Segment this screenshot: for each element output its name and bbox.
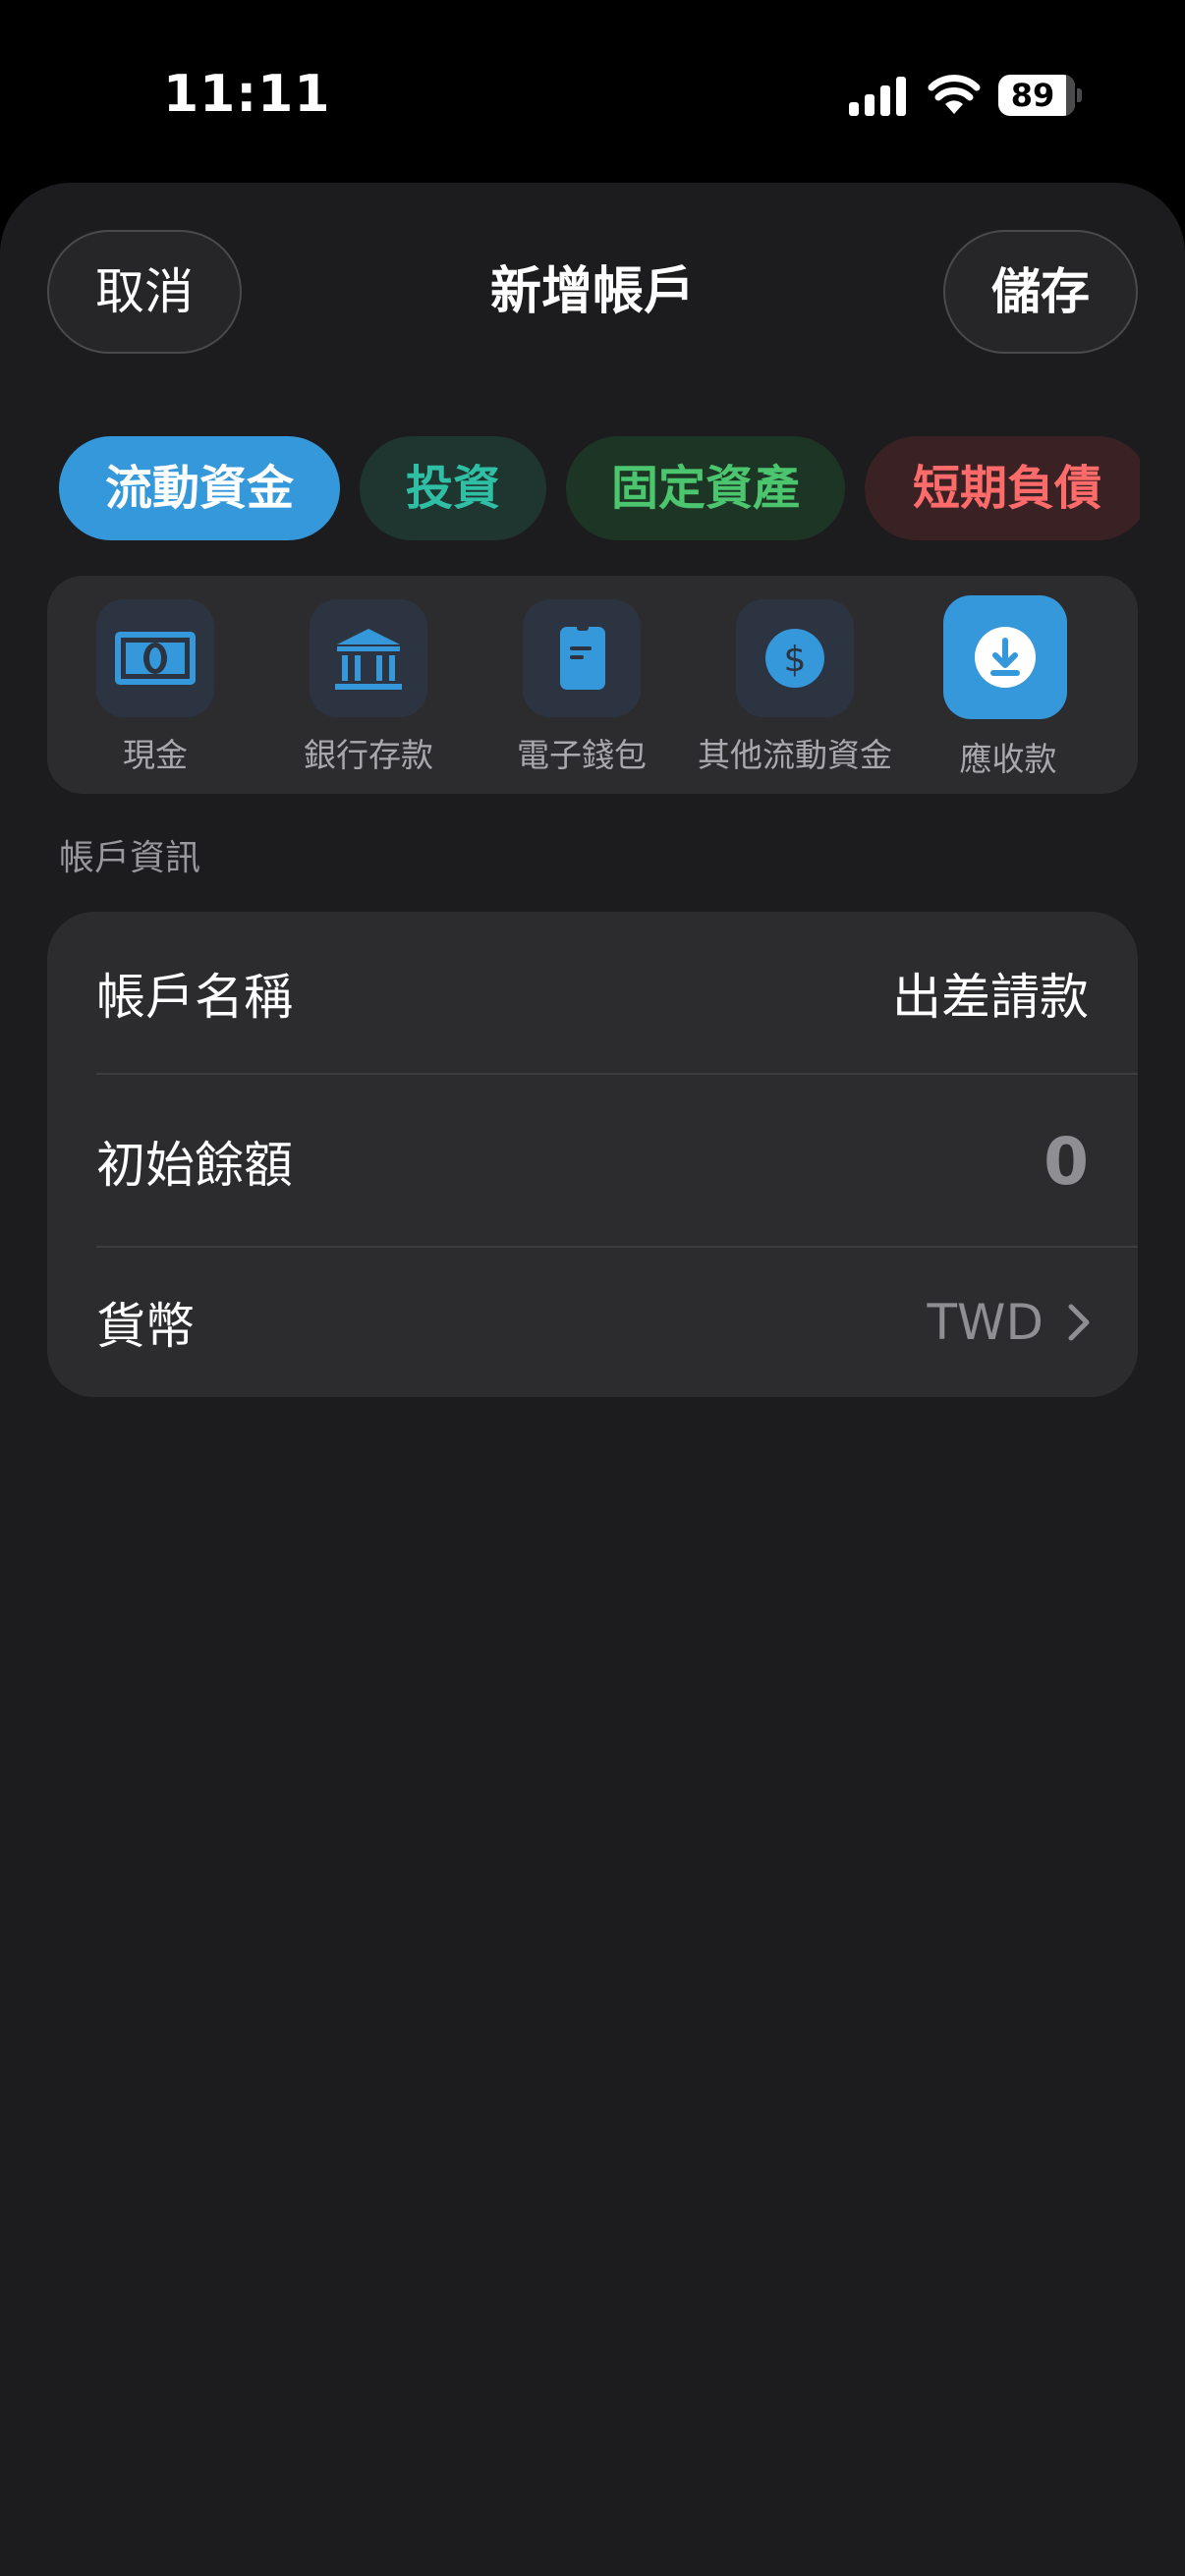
initial-balance-label: 初始餘額 (96, 1137, 293, 1194)
currency-row[interactable]: 貨幣 TWD (47, 1248, 1138, 1397)
bank-icon (310, 599, 427, 717)
subtype-label: 應收款 (959, 740, 1057, 778)
subtype-e-wallet[interactable]: 電子錢包 (474, 576, 690, 794)
currency-label: 貨幣 (96, 1298, 195, 1355)
initial-balance-input[interactable]: 0 (1044, 1075, 1089, 1248)
subtype-other-liquid-funds[interactable]: $ 其他流動資金 (687, 576, 903, 794)
wifi-icon (928, 75, 981, 114)
account-subtype-selector: 現金 銀行存款 電子錢包 $ 其他流動資金 應收款 (47, 576, 1138, 794)
status-time: 11:11 (163, 65, 331, 124)
currency-value[interactable]: TWD (928, 1248, 1044, 1397)
section-header-account-info: 帳戶資訊 (59, 838, 201, 878)
tab-investment[interactable]: 投資 (360, 436, 546, 540)
tab-liquid-funds[interactable]: 流動資金 (59, 436, 340, 540)
initial-balance-row[interactable]: 初始餘額 0 (47, 1075, 1138, 1248)
tab-fixed-assets[interactable]: 固定資產 (566, 436, 845, 540)
account-info-card: 帳戶名稱 出差請款 初始餘額 0 貨幣 TWD (47, 912, 1138, 1397)
subtype-bank-deposit[interactable]: 銀行存款 (260, 576, 477, 794)
account-name-row[interactable]: 帳戶名稱 出差請款 (47, 912, 1138, 1075)
chevron-right-icon (1068, 1304, 1090, 1341)
status-bar: 11:11 89 (0, 0, 1185, 177)
svg-text:$: $ (784, 640, 807, 680)
tab-short-term-liabilities[interactable]: 短期負債 (865, 436, 1140, 540)
cancel-button[interactable]: 取消 (47, 230, 242, 354)
dollar-circle-icon: $ (736, 599, 854, 717)
cash-icon (96, 599, 214, 717)
cellular-signal-icon (849, 77, 906, 116)
e-wallet-icon (523, 599, 641, 717)
category-tabs: 流動資金 投資 固定資產 短期負債 (0, 436, 1140, 540)
subtype-receivables[interactable]: 應收款 (900, 576, 1116, 794)
battery-icon: 89 (998, 75, 1082, 116)
save-button[interactable]: 儲存 (943, 230, 1138, 354)
subtype-cash[interactable]: 現金 (47, 576, 263, 794)
page-title: 新增帳戶 (489, 262, 695, 321)
account-name-label: 帳戶名稱 (96, 969, 293, 1026)
download-circle-icon (943, 595, 1067, 719)
account-name-input[interactable]: 出差請款 (892, 912, 1089, 1075)
add-account-sheet: 取消 新增帳戶 儲存 流動資金 投資 固定資產 短期負債 現金 銀行存款 電子錢… (0, 183, 1185, 2576)
battery-percent: 89 (1010, 77, 1055, 114)
